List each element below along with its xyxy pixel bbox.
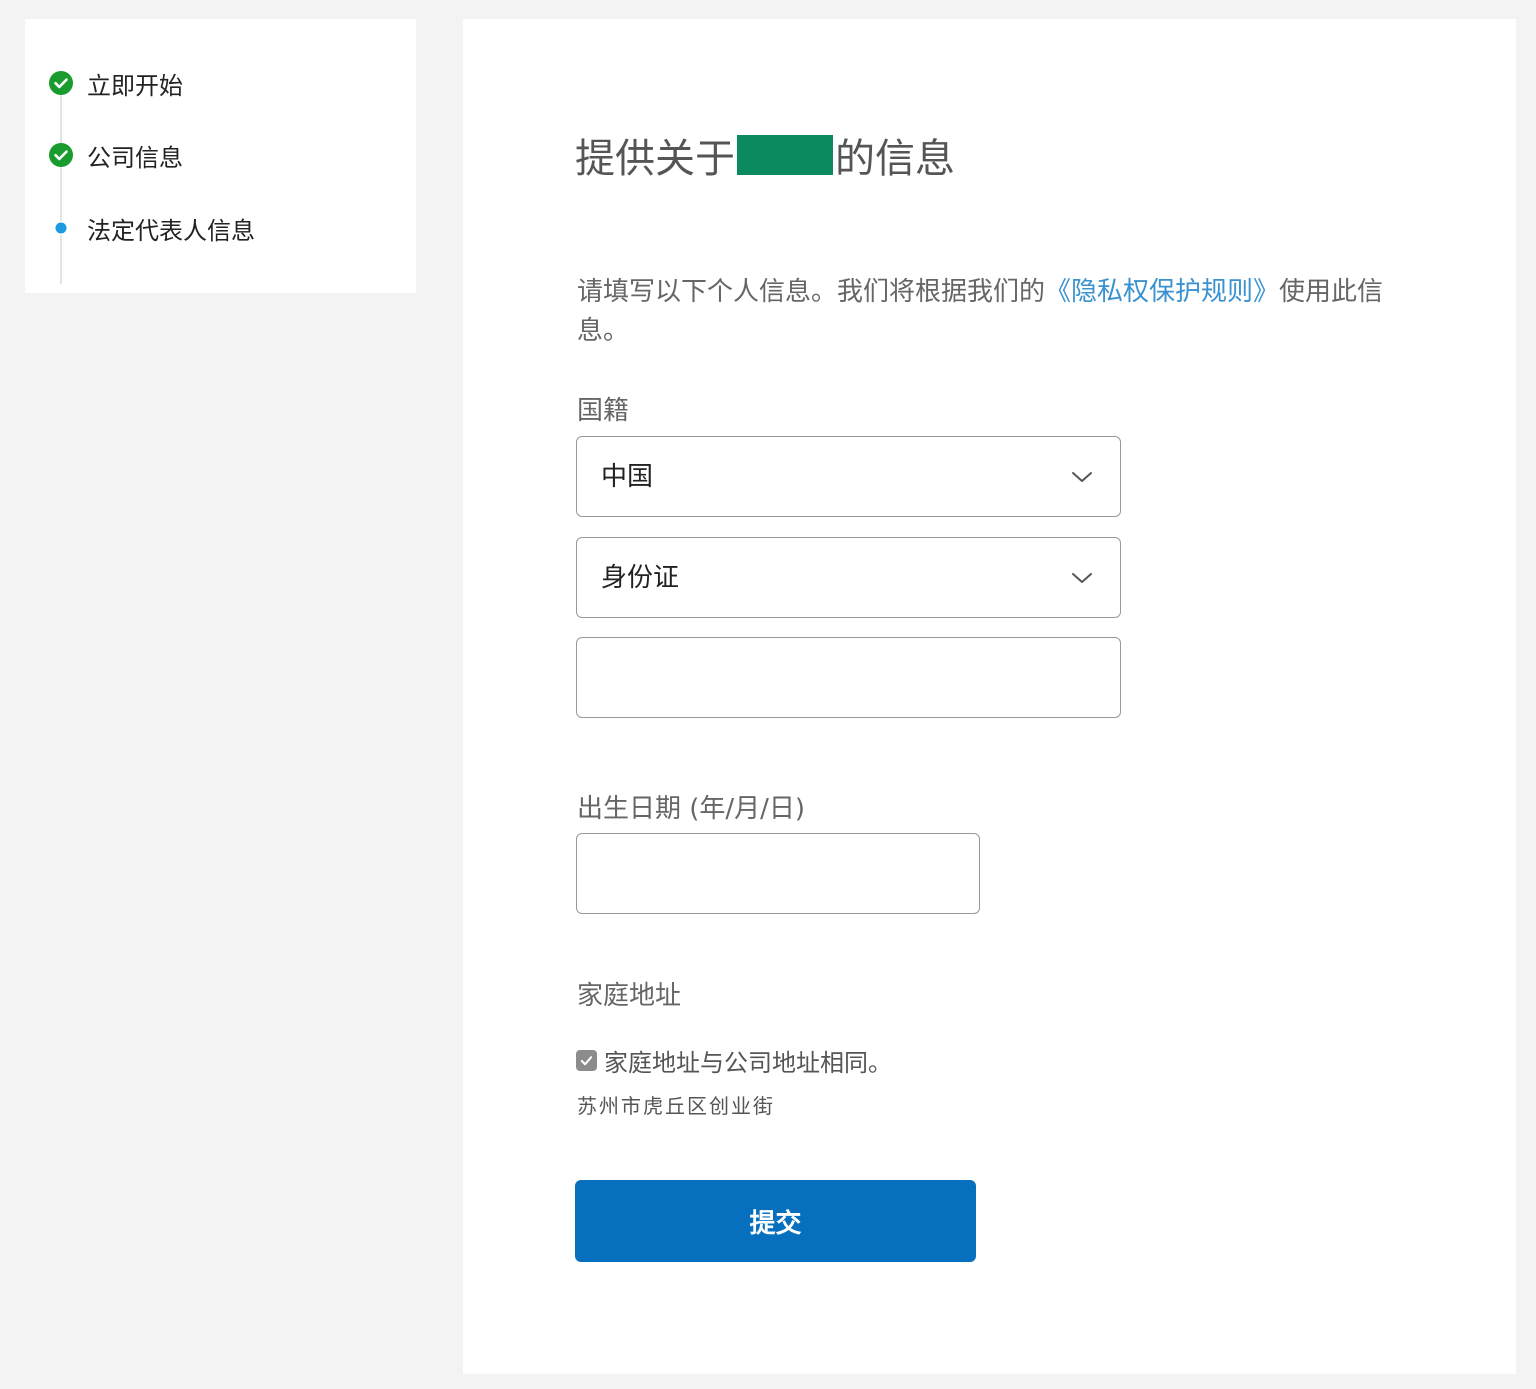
submit-button[interactable]: 提交 xyxy=(575,1180,976,1262)
dob-input[interactable] xyxy=(576,833,980,914)
id-number-input[interactable] xyxy=(576,637,1121,718)
step-company-info[interactable]: 公司信息 xyxy=(49,140,183,172)
checkmark-icon xyxy=(580,1056,593,1066)
page-title: 提供关于 的信息 xyxy=(575,126,955,184)
privacy-policy-link[interactable]: 《隐私权保护规则》 xyxy=(1045,277,1279,307)
same-address-checkbox[interactable] xyxy=(576,1050,597,1071)
company-address-text: 苏州市虎丘区创业街 xyxy=(577,1094,775,1118)
progress-stepper: 立即开始 公司信息 法定代表人信息 xyxy=(25,19,416,293)
step-label: 立即开始 xyxy=(87,71,183,100)
stepper-line xyxy=(60,84,62,284)
nationality-label: 国籍 xyxy=(577,396,630,426)
step-legal-representative[interactable]: 法定代表人信息 xyxy=(49,213,255,245)
redacted-company-name xyxy=(737,135,833,175)
step-label: 公司信息 xyxy=(87,143,183,172)
same-address-checkbox-row[interactable]: 家庭地址与公司地址相同。 xyxy=(576,1043,892,1078)
check-circle-icon xyxy=(49,143,73,167)
nationality-value: 中国 xyxy=(601,462,654,492)
check-circle-icon xyxy=(49,71,73,95)
intro-text-main: 请填写以下个人信息。我们将根据我们的 xyxy=(577,277,1046,307)
chevron-down-icon xyxy=(1072,472,1092,482)
step-label: 法定代表人信息 xyxy=(87,216,255,245)
same-address-label: 家庭地址与公司地址相同。 xyxy=(604,1049,892,1077)
nationality-select[interactable]: 中国 xyxy=(576,436,1121,517)
step-get-started[interactable]: 立即开始 xyxy=(49,68,183,100)
home-address-label: 家庭地址 xyxy=(577,981,682,1011)
page-title-prefix: 提供关于 xyxy=(575,136,735,182)
current-step-dot-icon xyxy=(49,216,73,240)
id-type-select[interactable]: 身份证 xyxy=(576,537,1121,618)
intro-text: 请填写以下个人信息。我们将根据我们的《隐私权保护规则》使用此信息。 xyxy=(577,273,1407,351)
dob-label: 出生日期 (年/月/日) xyxy=(577,794,806,824)
page-title-suffix: 的信息 xyxy=(835,136,955,182)
chevron-down-icon xyxy=(1072,573,1092,583)
id-type-value: 身份证 xyxy=(601,563,680,593)
